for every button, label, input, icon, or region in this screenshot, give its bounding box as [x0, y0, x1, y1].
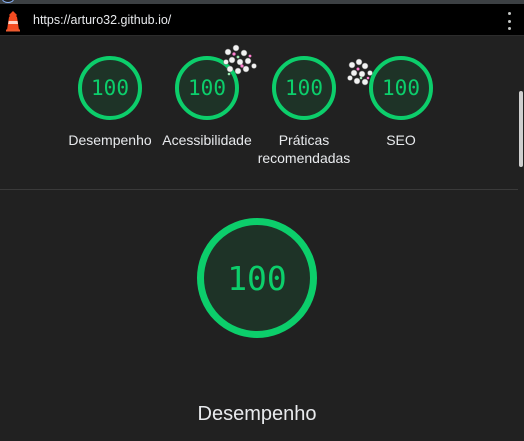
fireworks-icon [223, 44, 257, 76]
gauge-label: SEO [386, 132, 416, 148]
scrollbar-thumb[interactable] [519, 91, 523, 167]
more-vert-icon[interactable] [505, 12, 513, 30]
gauge-score: 100 [285, 76, 323, 100]
gauge-label: Acessibilidade [162, 132, 252, 148]
tab-favicon [2, 0, 14, 3]
url-text[interactable]: https://arturo32.github.io/ [33, 13, 171, 27]
gauge-ring: 100 [272, 56, 336, 120]
gauge-label: Práticas recomendadas [257, 132, 351, 166]
lighthouse-icon [6, 11, 20, 32]
scrollbar[interactable] [518, 37, 524, 441]
main-gauge-performance: 100 [197, 218, 317, 338]
main-gauge-score: 100 [227, 258, 287, 298]
fireworks-icon [347, 58, 373, 86]
main-gauge-label: Desempenho [197, 403, 317, 425]
gauge-score: 100 [91, 76, 129, 100]
section-divider [0, 189, 518, 190]
gauge-label: Desempenho [68, 132, 152, 148]
gauge-ring: 100 [78, 56, 142, 120]
report-content: 100 Desempenho 100 Acessibilidade 100 Pr… [0, 37, 518, 441]
address-bar[interactable]: https://arturo32.github.io/ [0, 4, 524, 36]
gauge-score: 100 [382, 76, 420, 100]
